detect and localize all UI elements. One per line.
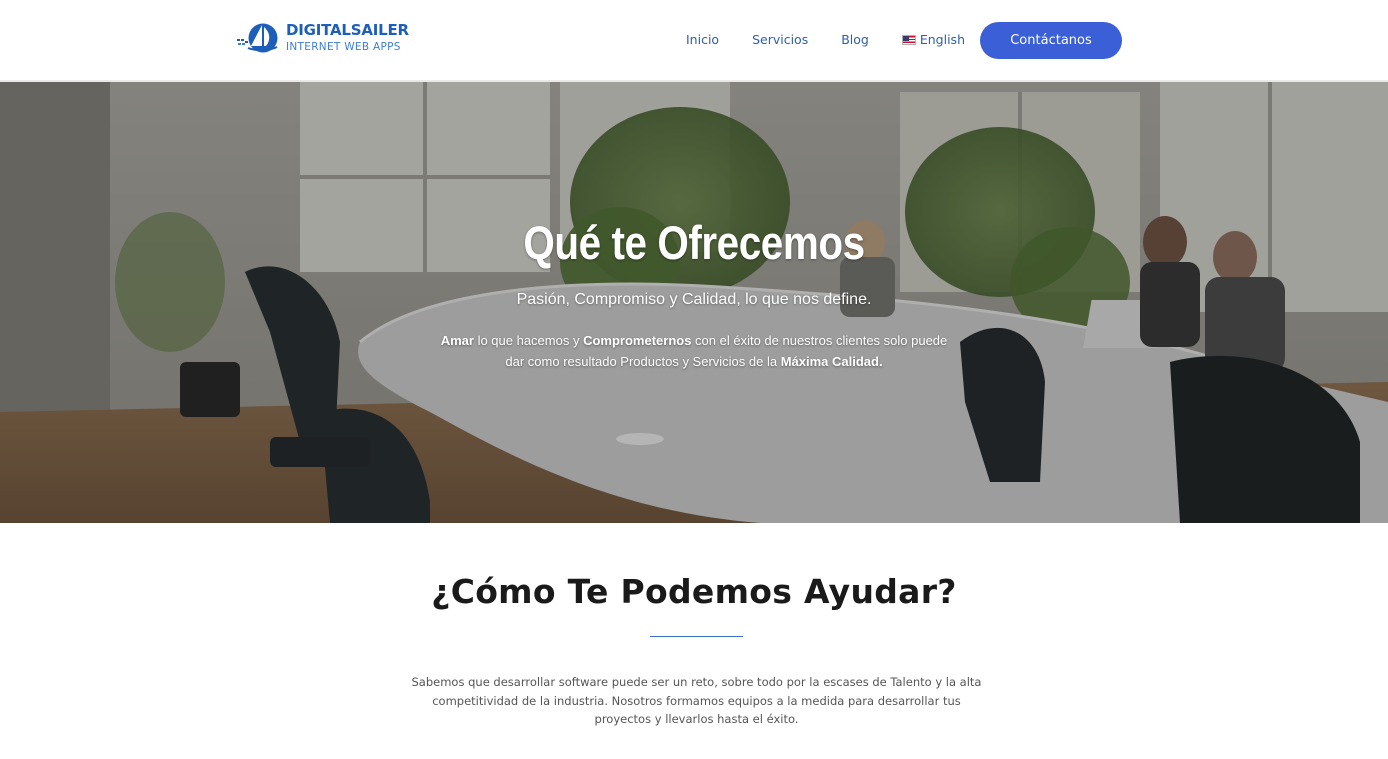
logo-name: DIGITALSAILER bbox=[286, 21, 409, 40]
nav-link-blog[interactable]: Blog bbox=[841, 32, 869, 47]
section-divider bbox=[650, 636, 743, 637]
hero-title: Qué te Ofrecemos bbox=[523, 216, 865, 269]
nav-link-inicio[interactable]: Inicio bbox=[686, 32, 719, 47]
us-flag-icon bbox=[901, 34, 916, 45]
help-description: Sabemos que desarrollar software puede s… bbox=[411, 675, 982, 726]
nav-link-servicios[interactable]: Servicios bbox=[752, 32, 808, 47]
hero-description: Amar lo que hacemos y Comprometernos con… bbox=[434, 331, 954, 372]
language-switcher[interactable]: English bbox=[901, 32, 965, 47]
hero-bold-calidad: Máxima Calidad. bbox=[780, 353, 883, 369]
main-nav: Inicio Servicios Blog English bbox=[686, 32, 998, 47]
logo-text: DIGITALSAILER INTERNET WEB APPS bbox=[286, 23, 409, 53]
site-logo[interactable]: DIGITALSAILER INTERNET WEB APPS bbox=[235, 20, 409, 56]
hero-bold-comprometernos: Comprometernos bbox=[583, 333, 692, 348]
language-label: English bbox=[919, 32, 965, 47]
hero-bold-amar: Amar bbox=[440, 333, 474, 348]
logo-tagline: INTERNET WEB APPS bbox=[286, 41, 401, 54]
site-header: DIGITALSAILER INTERNET WEB APPS Inicio S… bbox=[0, 0, 1388, 82]
hero-subtitle: Pasión, Compromiso y Calidad, lo que nos… bbox=[516, 291, 872, 308]
contact-button[interactable]: Contáctanos bbox=[980, 22, 1122, 59]
sailboat-logo-icon bbox=[235, 20, 281, 56]
hero-section: Qué te Ofrecemos Pasión, Compromiso y Ca… bbox=[0, 82, 1388, 523]
hero-text-part1: lo que hacemos y bbox=[473, 333, 584, 348]
help-title: ¿Cómo Te Podemos Ayudar? bbox=[431, 572, 957, 611]
